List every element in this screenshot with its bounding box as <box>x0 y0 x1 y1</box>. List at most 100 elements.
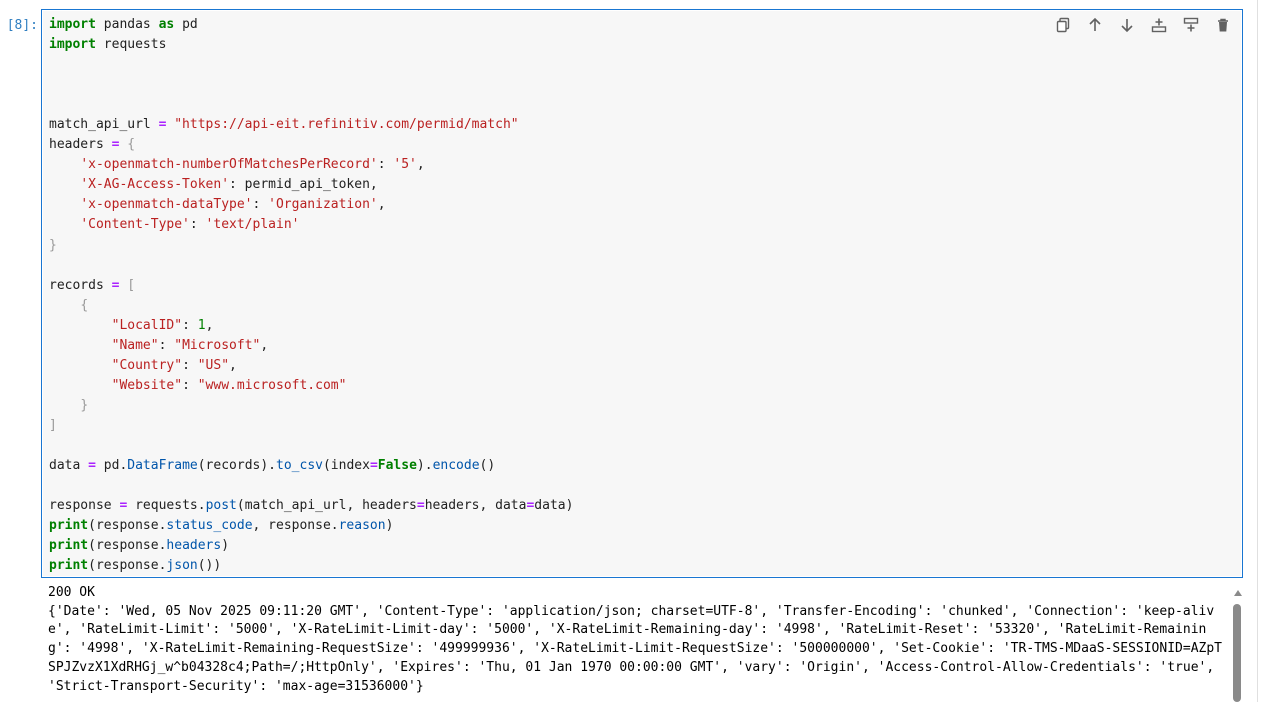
code-token: "https://api-eit.refinitiv.com/permid/ma… <box>174 117 519 133</box>
code-token: requests <box>95 37 167 53</box>
code-token: reason <box>338 518 386 534</box>
code-line[interactable]: print(response.headers) <box>49 536 1235 556</box>
code-token: : permid_api_token, <box>229 177 378 193</box>
code-line[interactable]: response = requests.post(match_api_url, … <box>49 496 1235 516</box>
code-line[interactable] <box>49 95 1235 115</box>
arrow-up-button[interactable] <box>1084 16 1106 38</box>
code-line[interactable]: 'x-openmatch-dataType': 'Organization', <box>49 195 1235 215</box>
cell-execution-count: [8]: <box>6 18 38 33</box>
code-token: print <box>49 538 89 554</box>
code-line[interactable]: 'X-AG-Access-Token': permid_api_token, <box>49 175 1235 195</box>
code-line[interactable]: { <box>49 296 1235 316</box>
code-token: ] <box>49 417 57 433</box>
code-token: "LocalID" <box>111 317 183 333</box>
output-line: {'Date': 'Wed, 05 Nov 2025 09:11:20 GMT'… <box>48 603 1215 619</box>
cell-output: 200 OK {'Date': 'Wed, 05 Nov 2025 09:11:2… <box>41 584 1231 702</box>
code-token: "Microsoft" <box>174 337 261 353</box>
code-line[interactable] <box>49 75 1235 95</box>
code-token: { <box>127 137 136 153</box>
code-line[interactable]: match_api_url = "https://api-eit.refinit… <box>49 115 1235 135</box>
code-token: "Website" <box>111 377 183 393</box>
code-token: headers <box>49 137 112 153</box>
code-line[interactable]: 'Content-Type': 'text/plain' <box>49 215 1235 235</box>
code-token: : <box>252 197 269 213</box>
code-line[interactable]: import requests <box>49 35 1235 55</box>
code-line[interactable]: "Name": "Microsoft", <box>49 336 1235 356</box>
code-line[interactable]: print(response.status_code, response.rea… <box>49 516 1235 536</box>
arrow-down-button[interactable] <box>1116 16 1138 38</box>
code-line[interactable]: print(response.json()) <box>49 556 1235 576</box>
trash-button[interactable] <box>1212 16 1234 38</box>
code-line[interactable] <box>49 476 1235 496</box>
code-token: , <box>416 157 425 173</box>
code-line[interactable]: "Website": "www.microsoft.com" <box>49 376 1235 396</box>
insert-above-button[interactable] <box>1148 16 1170 38</box>
code-line[interactable]: "LocalID": 1, <box>49 316 1235 336</box>
code-token: to_csv <box>276 458 323 474</box>
code-content[interactable]: import pandas as pd import requests match… <box>43 11 1241 580</box>
code-token: status_code <box>166 518 253 534</box>
code-token: "www.microsoft.com" <box>197 377 347 393</box>
code-token: encode <box>432 458 480 474</box>
insert-below-icon <box>1183 17 1199 37</box>
code-token: (response. <box>88 558 167 574</box>
code-token: headers <box>166 538 222 554</box>
code-line[interactable]: data = pd.DataFrame(records).to_csv(inde… <box>49 456 1235 476</box>
output-line: 'Strict-Transport-Security': 'max-age=31… <box>48 678 424 694</box>
code-editor[interactable]: import pandas as pd import requests match… <box>43 11 1241 576</box>
code-token: match_api_url <box>49 117 159 133</box>
code-token: pd <box>174 17 198 32</box>
code-line[interactable] <box>49 256 1235 276</box>
code-line[interactable]: headers = { <box>49 135 1235 155</box>
code-token: 1 <box>197 317 206 333</box>
output-scrollbar[interactable] <box>1232 588 1244 702</box>
code-token: import <box>49 17 96 32</box>
code-token: 'Organization' <box>268 197 378 213</box>
scrollbar-thumb[interactable] <box>1233 604 1241 702</box>
scroll-up-arrow-icon[interactable] <box>1234 590 1242 596</box>
code-line[interactable] <box>49 436 1235 456</box>
code-line[interactable]: records = [ <box>49 276 1235 296</box>
code-token: : <box>377 157 394 173</box>
code-token: ). <box>416 458 433 474</box>
code-line[interactable]: ] <box>49 416 1235 436</box>
code-line[interactable]: 'x-openmatch-numberOfMatchesPerRecord': … <box>49 155 1235 175</box>
code-token: (match_api_url, headers <box>236 498 417 514</box>
code-token: data) <box>534 498 574 514</box>
code-cell[interactable]: import pandas as pd import requests match… <box>41 9 1243 578</box>
duplicate-button[interactable] <box>1052 16 1074 38</box>
code-token: 'x-openmatch-dataType' <box>80 197 253 213</box>
code-token: import <box>49 37 96 53</box>
code-line[interactable]: "Country": "US", <box>49 356 1235 376</box>
code-token: , <box>229 357 237 373</box>
code-token: requests. <box>127 498 206 514</box>
insert-above-icon <box>1151 17 1167 37</box>
code-token: "US" <box>197 357 230 373</box>
code-token: } <box>49 237 57 253</box>
code-token: (records). <box>197 458 277 474</box>
code-token: "Country" <box>111 357 183 373</box>
code-token: pd. <box>95 458 128 474</box>
code-line[interactable]: } <box>49 396 1235 416</box>
arrow-up-icon <box>1087 17 1103 37</box>
code-line[interactable]: } <box>49 236 1235 256</box>
code-token: = <box>416 498 425 514</box>
code-token: json <box>166 558 198 574</box>
code-token: pandas <box>95 17 159 32</box>
code-line[interactable] <box>49 55 1235 75</box>
insert-below-button[interactable] <box>1180 16 1202 38</box>
code-token: : <box>182 357 198 373</box>
code-token: : <box>182 317 198 333</box>
code-token: post <box>205 498 237 514</box>
duplicate-icon <box>1055 17 1071 37</box>
code-token: ) <box>221 538 230 554</box>
code-token: , <box>260 337 269 353</box>
output-line: e', 'RateLimit-Limit': '5000', 'X-RateLi… <box>48 622 1207 638</box>
